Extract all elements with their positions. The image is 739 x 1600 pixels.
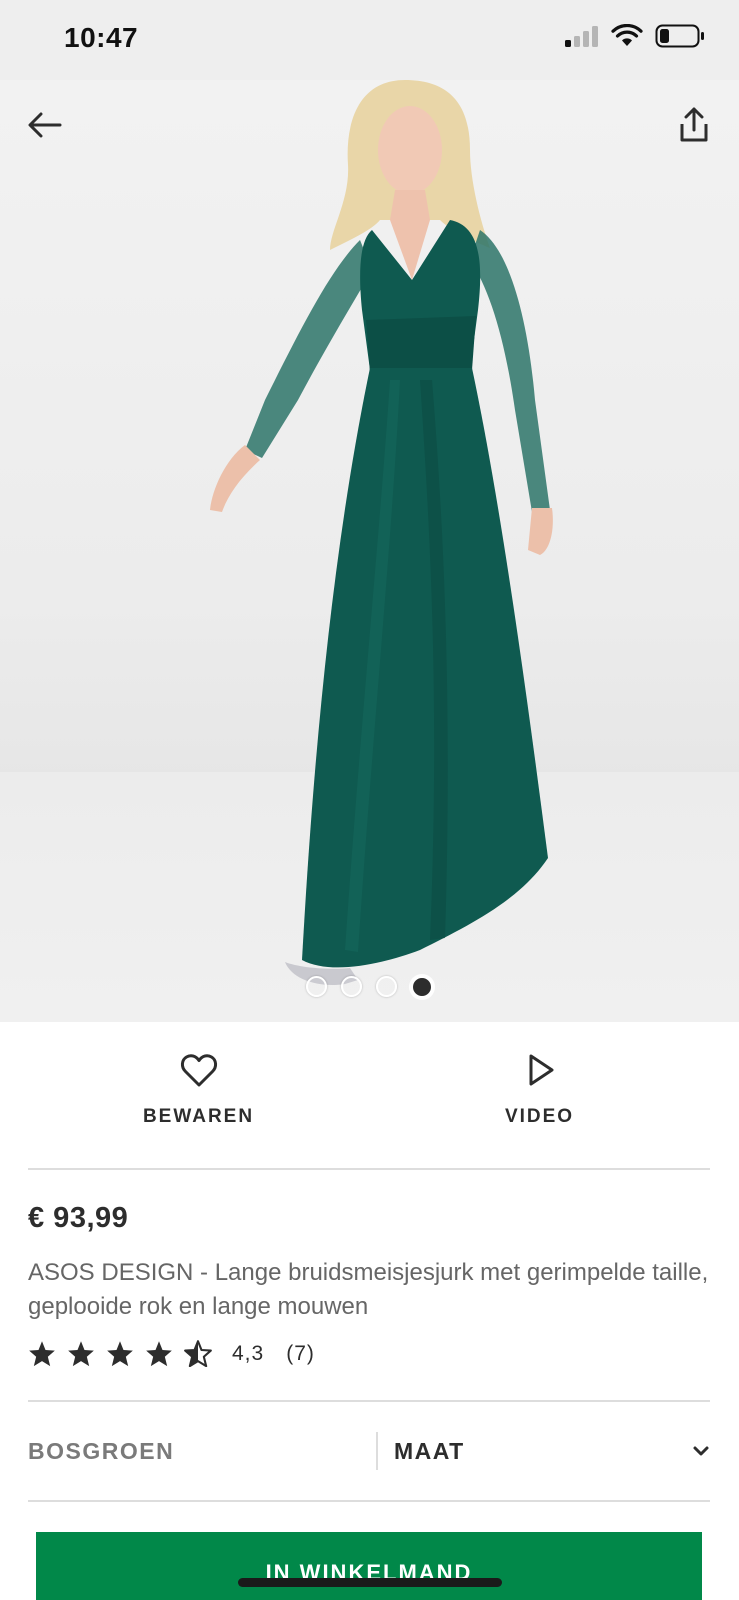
carousel-dot[interactable] [376, 976, 397, 997]
battery-icon [655, 24, 704, 48]
carousel-dot[interactable] [306, 976, 327, 997]
star-half-icon [184, 1340, 212, 1367]
variant-selectors: BOSGROEN MAAT [28, 1400, 710, 1502]
size-label: MAAT [394, 1437, 465, 1464]
product-photo [210, 80, 553, 986]
save-button[interactable]: BEWAREN [28, 1022, 369, 1168]
status-icons [565, 24, 705, 48]
heart-icon [180, 1054, 217, 1087]
size-dropdown[interactable]: MAAT [378, 1438, 710, 1465]
product-price: € 93,99 [28, 1202, 129, 1234]
save-label: BEWAREN [142, 1106, 255, 1127]
arrow-left-icon [28, 112, 62, 138]
carousel-dots [0, 976, 739, 998]
chevron-down-icon [693, 1446, 709, 1456]
carousel-dot[interactable] [341, 976, 362, 997]
product-image-carousel[interactable] [0, 80, 739, 1022]
home-indicator [238, 1578, 502, 1587]
video-button[interactable]: VIDEO [369, 1022, 710, 1168]
rating-value: 4,3 [232, 1341, 265, 1365]
share-icon [680, 107, 708, 142]
rating-count: (7) [286, 1341, 315, 1365]
wifi-icon [611, 24, 643, 46]
star-full-icon [146, 1341, 172, 1367]
product-actions: BEWAREN VIDEO [28, 1022, 710, 1170]
product-rating[interactable]: 4,3 (7) [28, 1340, 315, 1367]
status-time: 10:47 [64, 22, 139, 53]
play-icon [529, 1054, 553, 1086]
status-bar: 10:47 [0, 0, 739, 80]
rating-stars [28, 1340, 212, 1367]
product-title: ASOS DESIGN - Lange bruidsmeisjesjurk me… [28, 1259, 709, 1320]
cellular-signal-icon [565, 26, 598, 47]
star-full-icon [107, 1341, 133, 1367]
carousel-dot-active[interactable] [411, 976, 433, 998]
add-to-cart-button[interactable]: IN WINKELMAND [36, 1532, 702, 1600]
star-full-icon [68, 1341, 94, 1367]
video-label: VIDEO [504, 1106, 575, 1127]
star-full-icon [29, 1341, 55, 1367]
back-button[interactable] [24, 104, 66, 146]
colour-label: BOSGROEN [28, 1437, 175, 1464]
share-button[interactable] [673, 104, 715, 146]
